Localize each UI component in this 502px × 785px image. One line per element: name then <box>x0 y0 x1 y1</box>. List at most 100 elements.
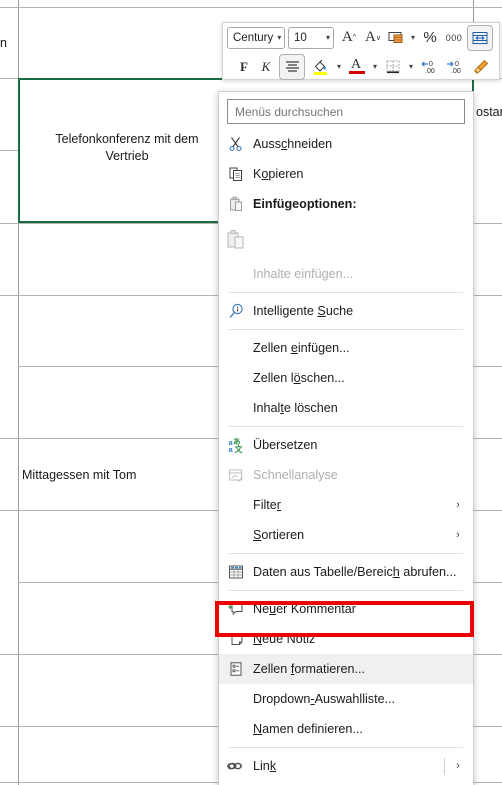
format-painter-button[interactable] <box>469 55 493 79</box>
borders-dropdown[interactable]: ▾ <box>405 55 417 79</box>
accelerator-letter: t <box>280 401 284 415</box>
menu-split-divider <box>444 757 445 775</box>
accounting-number-format-button[interactable] <box>385 26 407 50</box>
font-size-combobox[interactable]: 10 ▾ <box>288 26 334 49</box>
menu-item-label: Filter <box>253 498 281 512</box>
menu-item-quick-analysis[interactable]: Schnellanalyse <box>219 460 473 490</box>
accelerator-letter: o <box>261 167 269 181</box>
menu-item-filter[interactable]: Filter › <box>219 490 473 520</box>
format-cells-icon <box>219 661 253 677</box>
menu-item-label: Sortieren <box>253 528 305 542</box>
accelerator-letter: c <box>281 137 288 151</box>
menu-item-label: Daten aus Tabelle/Bereich abrufen... <box>253 565 457 579</box>
screenshot-root: Telefonkonferenz mit dem Vertrieb Mittag… <box>0 0 502 785</box>
svg-text:.00: .00 <box>451 68 461 75</box>
menu-item-translate[interactable]: a あ a 文 Übersetzen <box>219 430 473 460</box>
grow-font-button[interactable]: A ^ <box>337 26 361 50</box>
mini-toolbar[interactable]: Century ▾ 10 ▾ A ^ A ∨ ▾ % 000 F K ▾ A ▾… <box>222 22 500 80</box>
menu-item-label: Einfügeoptionen: <box>253 197 357 211</box>
merge-and-center-button[interactable] <box>467 24 493 51</box>
menu-item-define-name[interactable]: Namen definieren... <box>219 714 473 744</box>
accelerator-letter: h <box>392 565 400 579</box>
menu-item-cut[interactable]: Ausschneiden <box>219 129 473 159</box>
comment-icon <box>219 601 253 617</box>
font-name-combobox[interactable]: Century ▾ <box>227 26 285 49</box>
menu-item-delete-cells[interactable]: Zellen löschen... <box>219 363 473 393</box>
font-size-value: 10 <box>294 31 307 44</box>
accelerator-letter: N <box>253 722 263 736</box>
fill-color-dropdown[interactable]: ▾ <box>333 55 345 79</box>
accelerator-letter: k <box>269 759 277 773</box>
menu-item-clear-contents[interactable]: Inhalte löschen <box>219 393 473 423</box>
context-menu[interactable]: Ausschneiden Kopieren <box>218 91 474 785</box>
svg-text:a: a <box>228 445 233 453</box>
cell-text-mittagessen: Mittagessen mit Tom <box>22 468 137 482</box>
menu-item-dropdown-list[interactable]: Dropdown-Auswahlliste... <box>219 684 473 714</box>
paste-icon <box>219 196 253 212</box>
menu-item-sort[interactable]: Sortieren › <box>219 520 473 550</box>
grid-row-divider <box>0 150 18 151</box>
accelerator-letter: S <box>317 304 326 318</box>
menu-item-open-hyperlink[interactable]: Hyperlink öffnen... <box>219 781 473 785</box>
paste-button-icon <box>219 226 253 252</box>
menu-item-new-note[interactable]: Neue Notiz <box>219 624 473 654</box>
svg-text:0: 0 <box>455 61 459 68</box>
accelerator-letter: f <box>290 662 295 676</box>
increase-decimal-icon: 0 .00 <box>420 59 440 75</box>
caret-down-icon: ∨ <box>375 34 381 42</box>
italic-button[interactable]: K <box>255 55 277 79</box>
menu-item-insert-cells[interactable]: Zellen einfügen... <box>219 333 473 363</box>
menu-separator <box>229 292 463 293</box>
font-color-button[interactable]: A <box>345 55 369 79</box>
format-painter-icon <box>472 58 490 75</box>
mini-toolbar-row-2: F K ▾ A ▾ ▾ 0 .00 0 .00 <box>223 52 499 81</box>
fill-color-icon <box>312 58 330 76</box>
grid-row-divider <box>0 7 502 8</box>
center-align-button[interactable] <box>279 53 305 80</box>
menu-item-link[interactable]: Link › <box>219 751 473 781</box>
menu-item-smart-lookup[interactable]: Intelligente Suche <box>219 296 473 326</box>
align-center-icon <box>285 60 300 73</box>
shrink-font-icon: A <box>365 29 376 45</box>
bold-button[interactable]: F <box>233 55 255 79</box>
font-color-dropdown[interactable]: ▾ <box>369 55 381 79</box>
percent-style-button[interactable]: % <box>419 26 441 50</box>
menu-item-label: Inhalte löschen <box>253 401 338 415</box>
accelerator-letter: N <box>253 632 263 646</box>
menu-item-paste-special[interactable]: Inhalte einfügen... <box>219 259 473 289</box>
menu-item-format-cells[interactable]: Zellen formatieren... <box>219 654 473 684</box>
menu-separator <box>229 747 463 748</box>
menu-item-get-data-from-table[interactable]: Daten aus Tabelle/Bereich abrufen... <box>219 557 473 587</box>
search-input[interactable] <box>227 99 465 124</box>
menu-item-paste-button[interactable] <box>219 219 473 259</box>
menu-item-new-comment[interactable]: Neuer Kommentar <box>219 594 473 624</box>
chevron-right-icon: › <box>456 760 460 772</box>
table-icon <box>219 564 253 580</box>
chevron-right-icon: › <box>456 529 460 541</box>
accelerator-letter: S <box>253 528 262 542</box>
menu-item-copy[interactable]: Kopieren <box>219 159 473 189</box>
decrease-decimal-button[interactable]: 0 .00 <box>443 55 469 79</box>
menu-item-label: Namen definieren... <box>253 722 363 736</box>
menu-search-wrapper <box>219 92 473 129</box>
cell-text-clipped-right: ostar <box>476 105 502 119</box>
accounting-format-dropdown[interactable]: ▾ <box>407 26 419 50</box>
accelerator-letter: - <box>310 692 315 706</box>
cell-text-telefonkonferenz: Telefonkonferenz mit dem Vertrieb <box>55 132 199 163</box>
menu-item-label: Zellen formatieren... <box>253 662 366 676</box>
menu-item-label: Ausschneiden <box>253 137 333 151</box>
menu-separator <box>229 590 463 591</box>
menu-item-label: Neue Notiz <box>253 632 316 646</box>
menu-item-label: Dropdown-Auswahlliste... <box>253 692 396 706</box>
translate-icon: a あ a 文 <box>219 437 253 453</box>
bold-icon: F <box>240 58 248 74</box>
chevron-down-icon: ▾ <box>325 33 330 42</box>
increase-decimal-button[interactable]: 0 .00 <box>417 55 443 79</box>
cell-text-clipped-left: n <box>0 36 7 50</box>
shrink-font-button[interactable]: A ∨ <box>361 26 385 50</box>
fill-color-button[interactable] <box>309 55 333 79</box>
grow-font-icon: A <box>341 29 353 45</box>
borders-button[interactable] <box>381 55 405 79</box>
svg-text:文: 文 <box>234 444 243 453</box>
comma-style-button[interactable]: 000 <box>441 26 467 50</box>
